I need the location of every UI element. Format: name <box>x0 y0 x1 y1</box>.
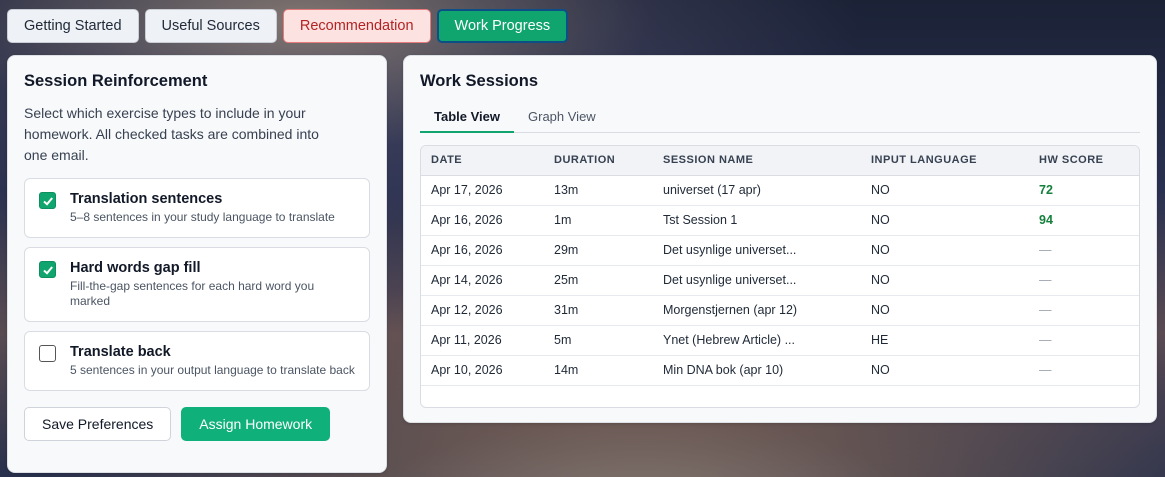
sessions-table-container: DATE DURATION SESSION NAME INPUT LANGUAG… <box>420 145 1140 408</box>
reinforcement-description: Select which exercise types to include i… <box>24 105 319 163</box>
cell-date: Apr 10, 2026 <box>421 355 544 386</box>
cell-hw-score: — <box>1029 355 1139 386</box>
tab-table-view[interactable]: Table View <box>420 103 514 133</box>
option-translate-back[interactable]: Translate back 5 sentences in your outpu… <box>24 331 370 391</box>
cell-date: Apr 14, 2026 <box>421 265 544 296</box>
table-row[interactable]: Apr 12, 2026 31m Morgenstjernen (apr 12) NO… <box>421 295 1139 326</box>
cell-input-language: NO <box>861 295 1029 326</box>
table-row[interactable]: Apr 16, 2026 29m Det usynlige universet...… <box>421 235 1139 266</box>
cell-duration: 25m <box>544 265 653 296</box>
table-row[interactable]: Apr 16, 2026 1m Tst Session 1 NO 94 <box>421 205 1139 236</box>
cell-input-language: NO <box>861 355 1029 386</box>
option-title: Translation sentences <box>70 191 223 207</box>
cell-duration: 5m <box>544 325 653 356</box>
column-header-date[interactable]: DATE <box>421 146 544 176</box>
cell-date: Apr 16, 2026 <box>421 235 544 266</box>
option-subtitle: 5–8 sentences in your study language to … <box>70 210 335 224</box>
sessions-table: DATE DURATION SESSION NAME INPUT LANGUAG… <box>421 146 1139 386</box>
cell-input-language: NO <box>861 235 1029 266</box>
checkbox-checked-icon[interactable] <box>39 192 56 209</box>
cell-hw-score: — <box>1029 235 1139 266</box>
main-tabs: Getting Started Useful Sources Recommend… <box>7 9 569 43</box>
save-preferences-button[interactable]: Save Preferences <box>24 407 172 441</box>
table-row[interactable]: Apr 10, 2026 14m Min DNA bok (apr 10) NO — <box>421 355 1139 386</box>
cell-hw-score: — <box>1029 265 1139 296</box>
assign-homework-button[interactable]: Assign Homework <box>181 407 331 441</box>
column-header-input-language[interactable]: INPUT LANGUAGE <box>861 146 1029 176</box>
cell-hw-score: — <box>1029 295 1139 326</box>
cell-session-name: Min DNA bok (apr 10) <box>653 355 861 386</box>
tab-getting-started[interactable]: Getting Started <box>7 9 139 43</box>
session-reinforcement-panel: Session Reinforcement Select which exerc… <box>7 55 387 473</box>
checkbox-unchecked-icon[interactable] <box>39 345 56 362</box>
reinforcement-title: Session Reinforcement <box>24 72 208 90</box>
option-translation-sentences[interactable]: Translation sentences 5–8 sentences in y… <box>24 178 370 238</box>
cell-date: Apr 16, 2026 <box>421 205 544 236</box>
tab-work-progress[interactable]: Work Progress <box>436 9 569 43</box>
column-header-hw-score[interactable]: HW SCORE <box>1029 146 1139 176</box>
cell-date: Apr 11, 2026 <box>421 325 544 356</box>
option-text: Translation sentences 5–8 sentences in y… <box>70 191 335 225</box>
cell-duration: 14m <box>544 355 653 386</box>
cell-duration: 29m <box>544 235 653 266</box>
cell-input-language: NO <box>861 205 1029 236</box>
option-subtitle: Fill-the-gap sentences for each hard wor… <box>70 279 315 308</box>
cell-input-language: HE <box>861 325 1029 356</box>
tab-useful-sources[interactable]: Useful Sources <box>144 9 277 43</box>
option-text: Translate back 5 sentences in your outpu… <box>70 344 355 378</box>
table-row[interactable]: Apr 11, 2026 5m Ynet (Hebrew Article) ... H… <box>421 325 1139 356</box>
work-sessions-panel: Work Sessions Table View Graph View DATE… <box>403 55 1157 423</box>
cell-session-name: Det usynlige universet... <box>653 265 861 296</box>
cell-hw-score: 72 <box>1029 175 1139 206</box>
table-header-row: DATE DURATION SESSION NAME INPUT LANGUAG… <box>421 146 1139 176</box>
tab-graph-view[interactable]: Graph View <box>514 103 610 132</box>
option-text: Hard words gap fill Fill-the-gap sentenc… <box>70 260 355 309</box>
cell-duration: 1m <box>544 205 653 236</box>
cell-date: Apr 12, 2026 <box>421 295 544 326</box>
column-header-session-name[interactable]: SESSION NAME <box>653 146 861 176</box>
cell-session-name: Det usynlige universet... <box>653 235 861 266</box>
cell-hw-score: — <box>1029 325 1139 356</box>
table-row[interactable]: Apr 14, 2026 25m Det usynlige universet...… <box>421 265 1139 296</box>
option-title: Translate back <box>70 344 171 360</box>
option-hard-words-gap-fill[interactable]: Hard words gap fill Fill-the-gap sentenc… <box>24 247 370 322</box>
cell-input-language: NO <box>861 265 1029 296</box>
cell-session-name: Ynet (Hebrew Article) ... <box>653 325 861 356</box>
cell-session-name: Morgenstjernen (apr 12) <box>653 295 861 326</box>
work-sessions-title: Work Sessions <box>420 72 538 90</box>
tab-recommendation[interactable]: Recommendation <box>282 9 431 43</box>
table-row[interactable]: Apr 17, 2026 13m universet (17 apr) NO 72 <box>421 175 1139 206</box>
cell-session-name: universet (17 apr) <box>653 175 861 206</box>
cell-input-language: NO <box>861 175 1029 206</box>
cell-session-name: Tst Session 1 <box>653 205 861 236</box>
column-header-duration[interactable]: DURATION <box>544 146 653 176</box>
view-tabs: Table View Graph View <box>420 103 1140 133</box>
cell-date: Apr 17, 2026 <box>421 175 544 206</box>
option-title: Hard words gap fill <box>70 260 201 276</box>
cell-duration: 13m <box>544 175 653 206</box>
option-subtitle: 5 sentences in your output language to t… <box>70 363 355 377</box>
cell-duration: 31m <box>544 295 653 326</box>
sessions-table-body: Apr 17, 2026 13m universet (17 apr) NO 72 Apr… <box>421 175 1139 386</box>
action-buttons: Save Preferences Assign Homework <box>24 407 370 441</box>
cell-hw-score: 94 <box>1029 205 1139 236</box>
checkbox-checked-icon[interactable] <box>39 261 56 278</box>
